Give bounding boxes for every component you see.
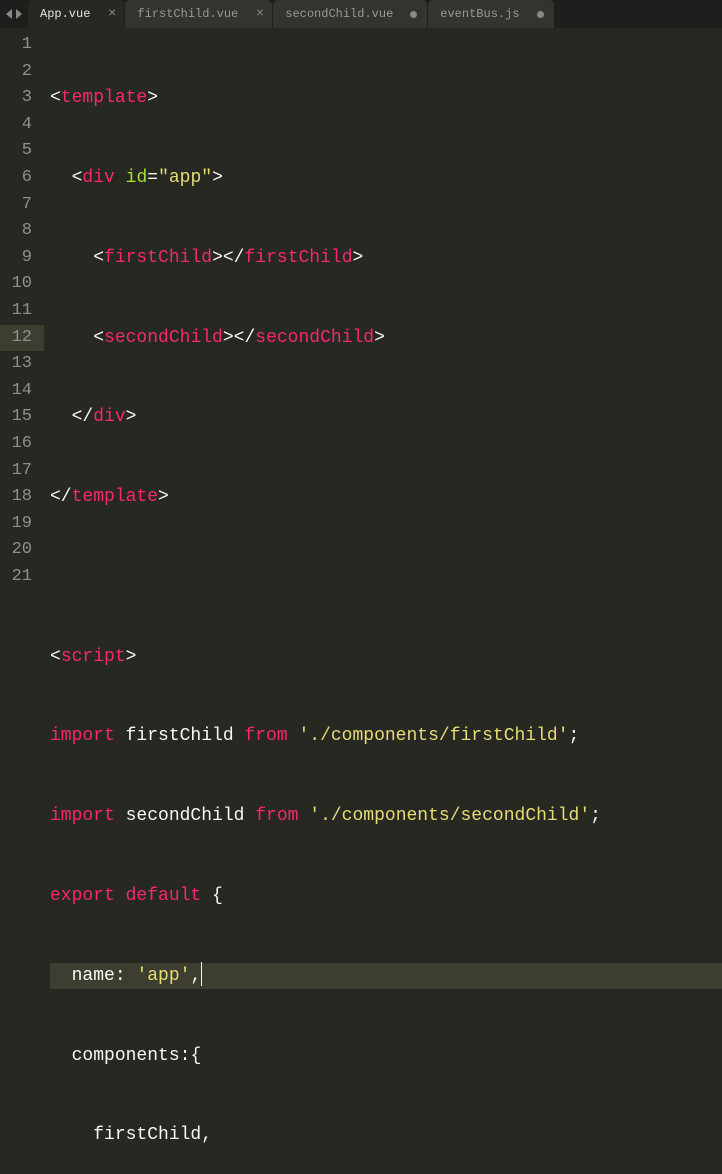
tab-label: App.vue xyxy=(40,7,90,21)
line-number[interactable]: 11 xyxy=(0,298,44,325)
nav-back-icon[interactable] xyxy=(6,9,12,19)
line-number[interactable]: 13 xyxy=(0,351,44,378)
line-number[interactable]: 3 xyxy=(0,85,44,112)
tab-eventbus-js[interactable]: eventBus.js xyxy=(428,0,553,28)
line-number[interactable]: 17 xyxy=(0,458,44,485)
line-number[interactable]: 1 xyxy=(0,32,44,59)
line-number[interactable]: 20 xyxy=(0,537,44,564)
tab-label: secondChild.vue xyxy=(285,7,393,21)
line-number[interactable]: 10 xyxy=(0,271,44,298)
code-line: <div id="app"> xyxy=(50,165,722,192)
code-line: <firstChild></firstChild> xyxy=(50,245,722,272)
line-number[interactable]: 19 xyxy=(0,511,44,538)
tabs: App.vue × firstChild.vue × secondChild.v… xyxy=(28,0,722,28)
code-line: </div> xyxy=(50,404,722,431)
nav-arrows xyxy=(0,9,28,19)
tab-label: firstChild.vue xyxy=(137,7,238,21)
line-number[interactable]: 15 xyxy=(0,404,44,431)
tab-firstchild-vue[interactable]: firstChild.vue × xyxy=(125,0,272,28)
code-line-current: name: 'app', xyxy=(50,963,722,990)
header-bar: App.vue × firstChild.vue × secondChild.v… xyxy=(0,0,722,28)
line-number[interactable]: 21 xyxy=(0,564,44,591)
line-number[interactable]: 2 xyxy=(0,59,44,86)
code-line: components:{ xyxy=(50,1043,722,1070)
close-icon[interactable]: × xyxy=(256,6,264,22)
code-line: <script> xyxy=(50,644,722,671)
dirty-indicator-icon[interactable] xyxy=(410,11,417,18)
code-line: export default { xyxy=(50,883,722,910)
line-number[interactable]: 8 xyxy=(0,218,44,245)
code-line: </template> xyxy=(50,484,722,511)
code-line: <template> xyxy=(50,85,722,112)
nav-forward-icon[interactable] xyxy=(16,9,22,19)
line-number[interactable]: 7 xyxy=(0,192,44,219)
line-number[interactable]: 4 xyxy=(0,112,44,139)
code-line xyxy=(50,564,722,591)
dirty-indicator-icon[interactable] xyxy=(537,11,544,18)
tab-secondchild-vue[interactable]: secondChild.vue xyxy=(273,0,427,28)
code-line: import firstChild from './components/fir… xyxy=(50,723,722,750)
code-area[interactable]: <template> <div id="app"> <firstChild></… xyxy=(44,28,722,587)
editor: 123456789101112131415161718192021 <templ… xyxy=(0,28,722,587)
code-line: <secondChild></secondChild> xyxy=(50,325,722,352)
line-number[interactable]: 6 xyxy=(0,165,44,192)
gutter: 123456789101112131415161718192021 xyxy=(0,28,44,587)
line-number[interactable]: 16 xyxy=(0,431,44,458)
code-line: import secondChild from './components/se… xyxy=(50,803,722,830)
line-number[interactable]: 18 xyxy=(0,484,44,511)
code-line: firstChild, xyxy=(50,1122,722,1149)
line-number[interactable]: 12 xyxy=(0,325,44,352)
line-number[interactable]: 14 xyxy=(0,378,44,405)
tab-label: eventBus.js xyxy=(440,7,519,21)
line-number[interactable]: 9 xyxy=(0,245,44,272)
close-icon[interactable]: × xyxy=(108,6,116,22)
tab-app-vue[interactable]: App.vue × xyxy=(28,0,124,28)
line-number[interactable]: 5 xyxy=(0,138,44,165)
cursor-icon xyxy=(201,962,202,986)
